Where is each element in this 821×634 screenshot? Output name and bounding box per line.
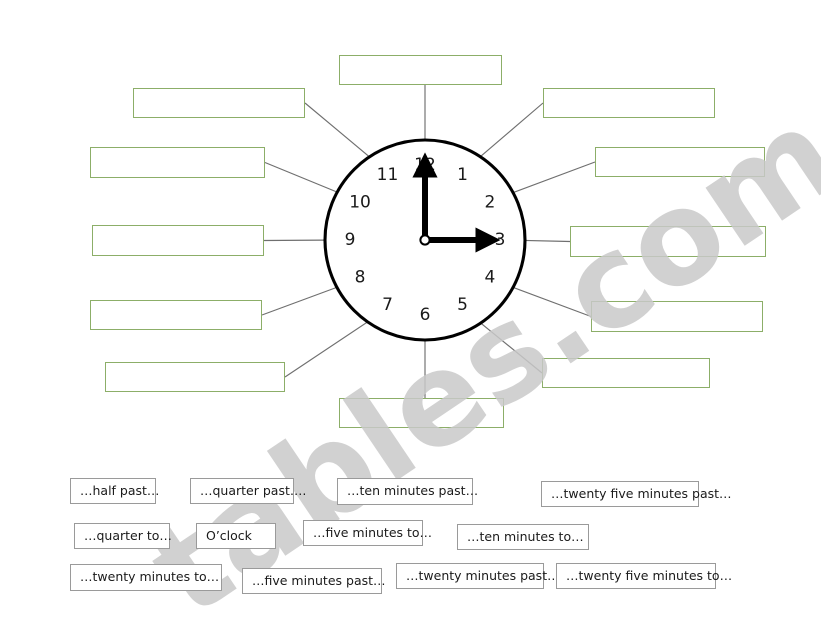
- clock-number-8: 8: [355, 268, 366, 288]
- clock-number-3: 3: [495, 230, 506, 250]
- clock-number-7: 7: [382, 295, 393, 315]
- word-bank-item[interactable]: …quarter past….: [190, 478, 306, 504]
- word-bank-item-label: …five minutes to…: [313, 524, 433, 540]
- word-bank-item[interactable]: …twenty minutes to…: [70, 564, 222, 591]
- clock-number-10: 10: [349, 193, 371, 213]
- word-bank-item[interactable]: …ten minutes past…: [337, 478, 478, 505]
- word-bank-item-label: …twenty minutes past…: [406, 567, 560, 583]
- clock-number-1: 1: [457, 165, 468, 185]
- word-bank-item-label: …twenty five minutes to…: [566, 567, 733, 583]
- clock-number-5: 5: [457, 295, 468, 315]
- word-bank-item-label: O’clock: [206, 527, 252, 543]
- word-bank-item-label: …ten minutes past…: [347, 483, 479, 499]
- clock-number-11: 11: [377, 165, 399, 185]
- clock-center-pivot: [419, 234, 431, 246]
- word-bank-item[interactable]: …twenty five minutes to…: [556, 563, 732, 589]
- word-bank-item[interactable]: …five minutes to…: [303, 520, 432, 546]
- answer-blank-10[interactable]: [90, 147, 265, 178]
- clock-number-2: 2: [485, 193, 496, 213]
- answer-blank-3[interactable]: [570, 226, 766, 257]
- answer-blank-5[interactable]: [542, 358, 710, 388]
- word-bank-item[interactable]: …half past…: [70, 478, 160, 504]
- word-bank-item-label: …ten minutes to…: [467, 528, 584, 544]
- word-bank-item[interactable]: O’clock: [196, 523, 276, 549]
- answer-blank-12[interactable]: [339, 55, 502, 85]
- word-bank-item[interactable]: …twenty five minutes past…: [541, 481, 732, 507]
- clock-number-6: 6: [420, 305, 431, 325]
- answer-blank-2[interactable]: [595, 147, 765, 177]
- word-bank-item-label: …twenty minutes to…: [80, 569, 220, 585]
- answer-blank-11[interactable]: [133, 88, 305, 118]
- word-bank-item[interactable]: …twenty minutes past…: [396, 563, 560, 589]
- answer-blank-6[interactable]: [339, 398, 504, 428]
- word-bank-item-label: …quarter to…: [84, 527, 172, 543]
- word-bank-item[interactable]: …quarter to…: [74, 523, 172, 549]
- answer-blank-1[interactable]: [543, 88, 715, 118]
- clock-number-4: 4: [485, 268, 496, 288]
- worksheet-page: tables.com 12 1 2 3 4 5 6 7 8 9 10 11 …half past… …q…: [0, 0, 821, 634]
- word-bank-item-label: …twenty five minutes past…: [551, 485, 732, 501]
- answer-blank-8[interactable]: [90, 300, 262, 330]
- word-bank-item[interactable]: …five minutes past…: [242, 568, 386, 594]
- word-bank-item-label: …quarter past….: [200, 482, 307, 498]
- clock-number-9: 9: [345, 230, 356, 250]
- word-bank-item-label: …five minutes past…: [252, 572, 386, 588]
- answer-blank-7[interactable]: [105, 362, 285, 392]
- answer-blank-9[interactable]: [92, 225, 264, 256]
- word-bank-item-label: …half past…: [80, 482, 160, 498]
- answer-blank-4[interactable]: [591, 301, 763, 332]
- word-bank-item[interactable]: …ten minutes to…: [457, 524, 589, 550]
